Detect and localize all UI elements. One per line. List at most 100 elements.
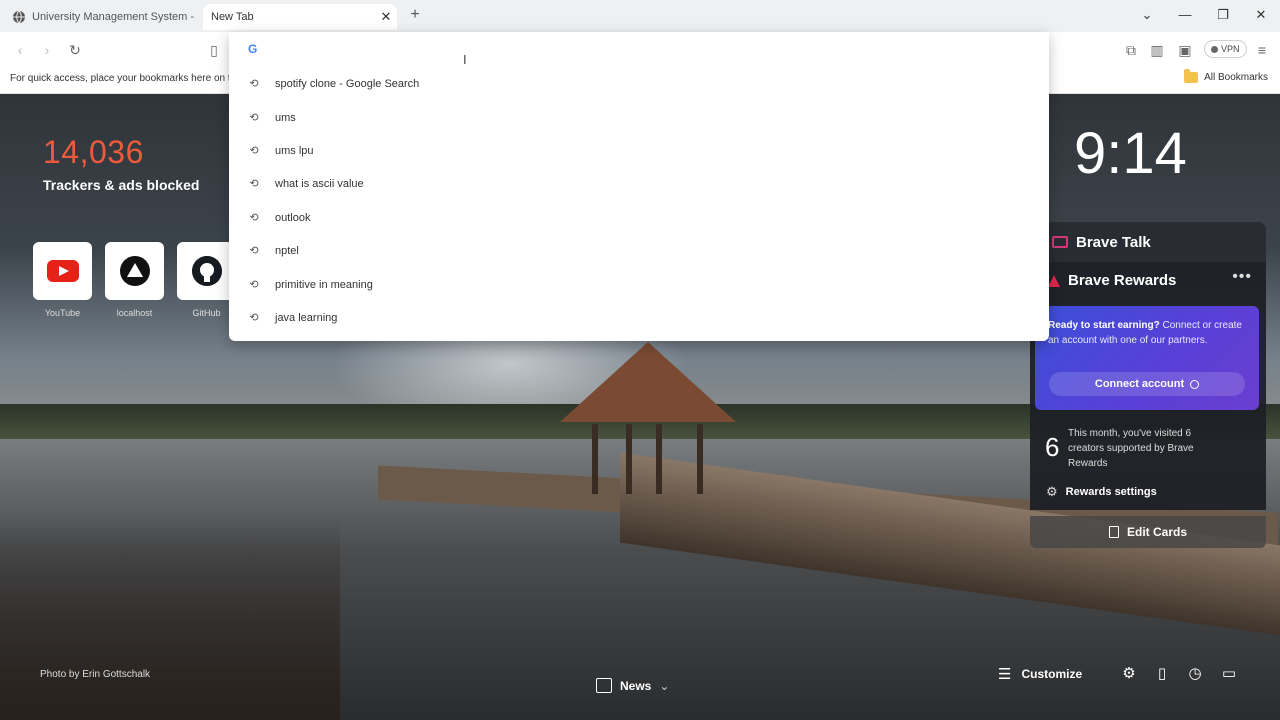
- edit-cards-label: Edit Cards: [1126, 525, 1187, 539]
- brave-talk-icon[interactable]: ▭: [1219, 664, 1239, 682]
- video-camera-icon: [1052, 236, 1068, 248]
- suggestion-text: outlook: [275, 211, 311, 224]
- globe-icon: [13, 10, 25, 24]
- sidebar-icon[interactable]: ▥: [1147, 40, 1167, 60]
- history-icon: ⟲: [249, 245, 259, 257]
- gear-icon: ⚙: [1046, 484, 1058, 499]
- customize-button[interactable]: ☰ Customize: [998, 665, 1082, 683]
- text-cursor-icon: I: [463, 52, 467, 67]
- history-icon: ⟲: [249, 78, 259, 90]
- menu-icon[interactable]: ≡: [1252, 40, 1272, 60]
- suggestion-item[interactable]: ⟲ java learning: [229, 301, 1049, 334]
- background-post: [656, 424, 662, 494]
- news-label: News: [620, 678, 652, 693]
- top-site-tile[interactable]: [177, 242, 236, 300]
- tab-search-chevron-icon[interactable]: ⌄: [1137, 7, 1157, 23]
- minimize-button[interactable]: —: [1175, 7, 1195, 22]
- rewards-promo: Ready to start earning? Connect or creat…: [1035, 306, 1259, 410]
- top-site-tile[interactable]: [105, 242, 164, 300]
- history-icon: ⟲: [249, 212, 259, 224]
- suggestion-text: ums: [275, 111, 296, 124]
- vpn-button[interactable]: VPN: [1204, 40, 1247, 58]
- top-site-github[interactable]: GitHub: [177, 242, 236, 318]
- news-button[interactable]: News ⌄: [596, 678, 669, 693]
- suggestion-item[interactable]: ⟲ spotify clone - Google Search: [229, 67, 1049, 100]
- youtube-icon: [46, 260, 79, 282]
- tab-title: New Tab: [211, 11, 254, 23]
- new-tab-button[interactable]: +: [406, 6, 424, 24]
- promo-heading: Ready to start earning?: [1048, 320, 1160, 331]
- brave-rewards-logo-icon: [1048, 274, 1060, 287]
- connect-account-button[interactable]: Connect account: [1049, 372, 1245, 396]
- forward-arrow-icon[interactable]: ›: [37, 40, 57, 60]
- reload-icon[interactable]: ↻: [65, 40, 85, 60]
- clock: 9:14: [1074, 121, 1187, 186]
- edit-cards-button[interactable]: Edit Cards: [1030, 516, 1266, 548]
- bookmarks-icon[interactable]: ▯: [1152, 664, 1172, 682]
- history-icon[interactable]: ◷: [1185, 664, 1205, 682]
- photo-credit[interactable]: Photo by Erin Gottschalk: [40, 669, 150, 680]
- history-icon: ⟲: [249, 112, 259, 124]
- top-site-label: GitHub: [192, 308, 221, 318]
- connect-account-label: Connect account: [1094, 377, 1185, 390]
- top-site-localhost[interactable]: localhost: [105, 242, 164, 318]
- top-site-youtube[interactable]: YouTube: [33, 242, 92, 318]
- rewards-settings-link[interactable]: ⚙ Rewards settings: [1046, 484, 1157, 500]
- trackers-blocked-label: Trackers & ads blocked: [43, 177, 200, 193]
- back-arrow-icon[interactable]: ‹: [10, 40, 30, 60]
- brave-talk-title: Brave Talk: [1076, 233, 1151, 251]
- vpn-status-icon: [1211, 45, 1218, 53]
- background-grass: [0, 514, 340, 720]
- creators-visited-count: 6: [1045, 432, 1060, 462]
- address-bar-input[interactable]: [273, 38, 1033, 60]
- history-icon: ⟲: [249, 279, 259, 291]
- top-site-label: YouTube: [44, 308, 81, 318]
- suggestion-item[interactable]: ⟲ ums lpu: [229, 134, 1049, 167]
- all-bookmarks-button[interactable]: All Bookmarks: [1184, 69, 1268, 83]
- rewards-header: Brave Rewards: [1048, 272, 1176, 289]
- suggestion-text: java learning: [275, 311, 338, 324]
- tab-university-management[interactable]: University Management System - St: [8, 4, 196, 30]
- vpn-label: VPN: [1221, 44, 1240, 54]
- folder-icon: [1184, 69, 1199, 83]
- suggestion-text: ums lpu: [275, 144, 314, 157]
- github-icon: [191, 256, 222, 286]
- top-site-label: localhost: [116, 308, 153, 318]
- creators-visited-text: This month, you've visited 6 creators su…: [1068, 428, 1194, 469]
- suggestion-item[interactable]: ⟲ what is ascii value: [229, 167, 1049, 200]
- suggestion-item[interactable]: ⟲ outlook: [229, 201, 1049, 234]
- brave-talk-card[interactable]: Brave Talk: [1044, 222, 1266, 262]
- tab-new-tab[interactable]: New Tab ✕: [203, 4, 397, 30]
- localhost-icon: [119, 256, 150, 286]
- loading-ring-icon: [1190, 379, 1200, 389]
- maximize-button[interactable]: ❐: [1213, 7, 1233, 23]
- top-site-tile[interactable]: [33, 242, 92, 300]
- more-options-icon[interactable]: •••: [1232, 268, 1252, 286]
- bookmark-icon[interactable]: ▯: [204, 40, 224, 60]
- suggestion-text: nptel: [275, 244, 299, 257]
- history-icon: ⟲: [249, 145, 259, 157]
- suggestion-item[interactable]: ⟲ primitive in meaning: [229, 268, 1049, 301]
- all-bookmarks-label: All Bookmarks: [1204, 72, 1268, 83]
- close-tab-icon[interactable]: ✕: [375, 9, 397, 25]
- sliders-icon: ☰: [998, 666, 1012, 683]
- extensions-icon[interactable]: ⧉: [1121, 40, 1141, 60]
- suggestion-text: what is ascii value: [275, 177, 364, 190]
- close-window-button[interactable]: ✕: [1251, 7, 1271, 23]
- bookmarks-hint: For quick access, place your bookmarks h…: [10, 73, 237, 84]
- suggestion-item[interactable]: ⟲ nptel: [229, 234, 1049, 267]
- settings-gear-icon[interactable]: ⚙: [1119, 664, 1139, 682]
- omnibox-row: G I: [229, 32, 1049, 67]
- suggestion-item[interactable]: ⟲ ums: [229, 101, 1049, 134]
- rewards-settings-label: Rewards settings: [1065, 486, 1157, 498]
- tab-strip: University Management System - St New Ta…: [0, 0, 1280, 32]
- rewards-title: Brave Rewards: [1068, 272, 1177, 289]
- background-post: [626, 424, 632, 494]
- tab-title: University Management System - St: [32, 11, 196, 23]
- top-sites: YouTube localhost GitHub: [33, 242, 236, 318]
- customize-label: Customize: [1021, 667, 1083, 681]
- history-icon: ⟲: [249, 178, 259, 190]
- wallet-icon[interactable]: ▣: [1175, 40, 1195, 60]
- background-post: [592, 424, 598, 494]
- edit-cards-icon: [1108, 526, 1119, 538]
